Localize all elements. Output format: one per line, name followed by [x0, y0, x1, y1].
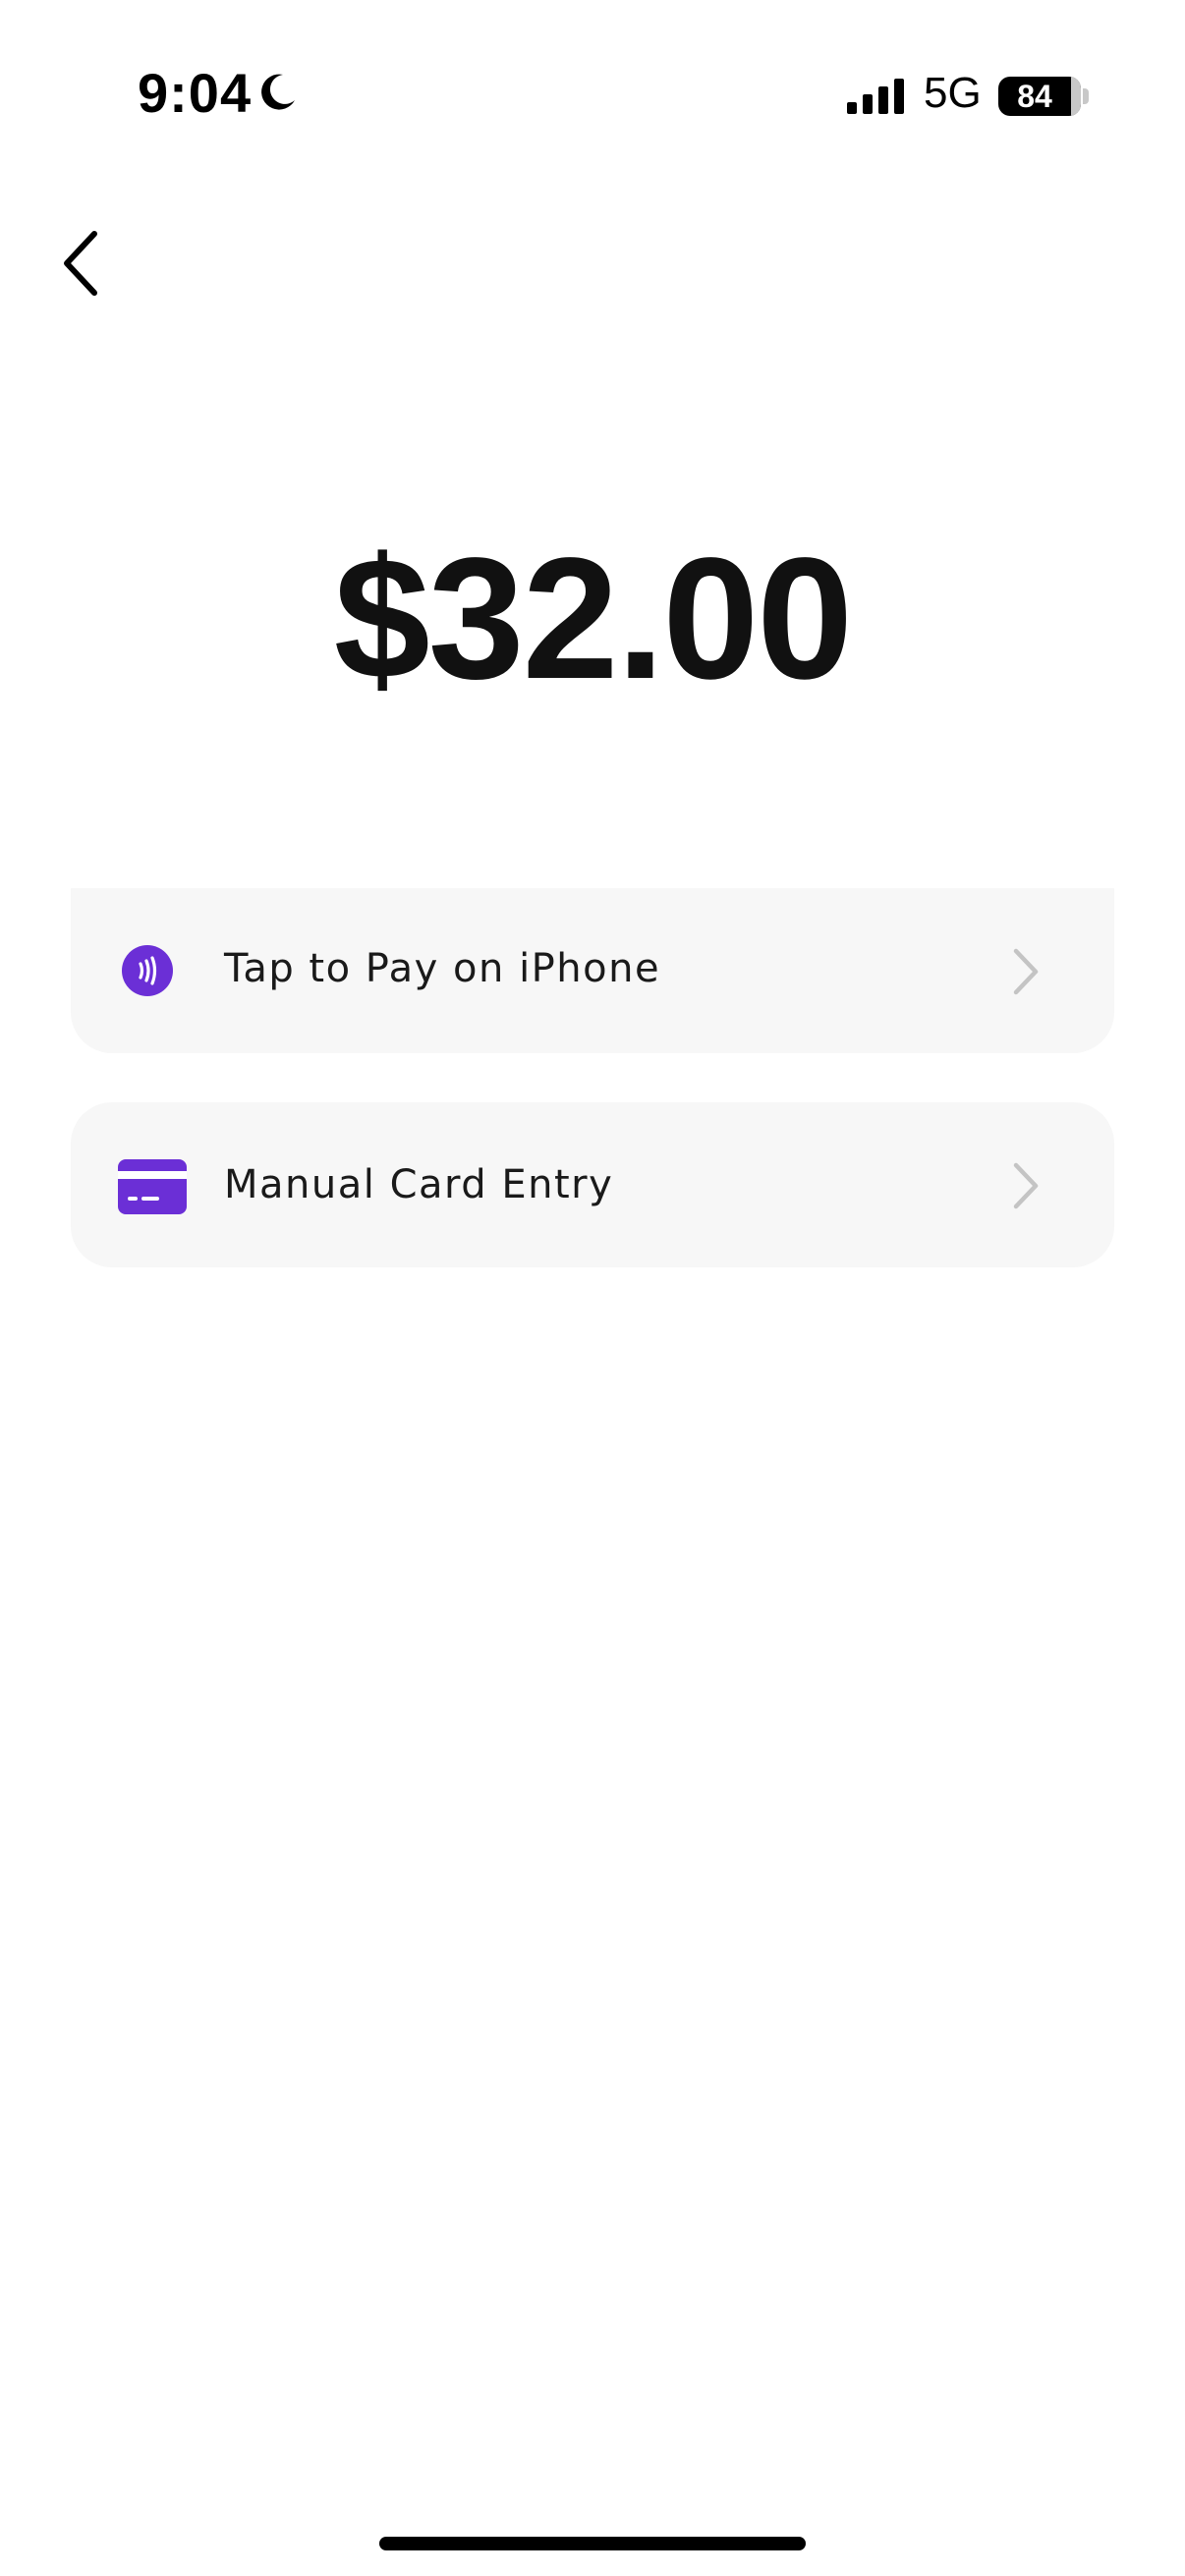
manual-card-entry-label: Manual Card Entry [224, 1162, 614, 1207]
back-button[interactable] [51, 224, 116, 303]
manual-card-entry-option[interactable]: Manual Card Entry [71, 1102, 1114, 1267]
tap-to-pay-label: Tap to Pay on iPhone [224, 946, 661, 991]
status-bar: 9:04 5G 84 [0, 0, 1185, 196]
home-indicator[interactable] [379, 2537, 806, 2550]
payment-amount: $32.00 [333, 523, 853, 715]
credit-card-icon [118, 1159, 187, 1214]
contactless-icon [122, 945, 173, 996]
network-label: 5G [924, 69, 982, 117]
moon-icon [257, 71, 299, 112]
status-time: 9:04 [138, 62, 253, 124]
signal-icon [847, 79, 908, 114]
battery-level: 84 [1017, 79, 1052, 114]
chevron-right-icon [1012, 1161, 1040, 1210]
battery-icon: 84 [998, 77, 1081, 116]
chevron-right-icon [1012, 947, 1040, 996]
chevron-left-icon [64, 231, 97, 296]
tap-to-pay-option[interactable]: Tap to Pay on iPhone [71, 888, 1114, 1053]
battery-cap [1083, 88, 1089, 104]
